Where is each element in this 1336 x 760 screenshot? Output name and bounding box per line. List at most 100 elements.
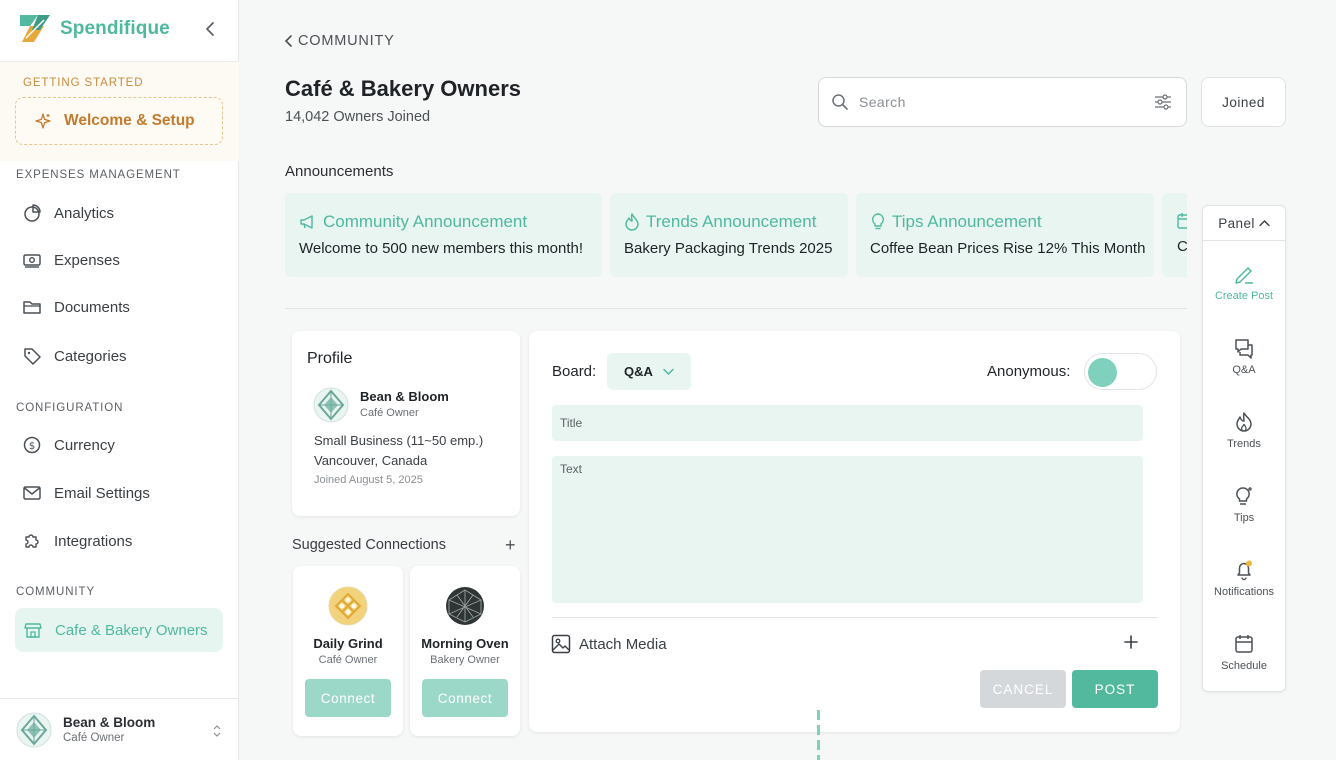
sidebar-item-currency[interactable]: $ Currency (22, 435, 115, 455)
sidebar-item-label: Cafe & Bakery Owners (55, 621, 208, 639)
board-select[interactable]: Q&A (607, 353, 691, 390)
post-button[interactable]: POST (1072, 670, 1158, 708)
calendar-icon (1177, 212, 1187, 230)
chevron-left-icon (206, 22, 214, 36)
chat-bubbles-icon (1233, 337, 1255, 359)
profile-heading: Profile (307, 350, 353, 367)
announcement-text: C (1177, 238, 1187, 255)
sidebar-item-label: Expenses (54, 251, 120, 269)
pie-chart-icon (22, 203, 42, 223)
profile-business-size: Small Business (11~50 emp.) (314, 433, 484, 448)
sidebar-item-integrations[interactable]: Integrations (22, 531, 132, 551)
cancel-button[interactable]: CANCEL (980, 670, 1066, 708)
attach-media-button[interactable]: Attach Media (551, 634, 667, 654)
calendar-icon (1233, 633, 1255, 655)
sidebar-item-categories[interactable]: Categories (22, 346, 127, 366)
announcement-card-tips[interactable]: Tips Announcement Coffee Bean Prices Ris… (856, 193, 1154, 277)
brand-name: Spendifique (60, 18, 170, 39)
panel-item-label: Notifications (1214, 586, 1274, 598)
collapse-sidebar-button[interactable] (202, 20, 220, 38)
sidebar-item-cafe-bakery-owners[interactable]: Cafe & Bakery Owners (15, 608, 223, 652)
avatar (16, 712, 52, 748)
sidebar-item-expenses[interactable]: Expenses (22, 250, 120, 270)
welcome-setup-label: Welcome & Setup (64, 112, 195, 129)
post-title-input[interactable] (552, 405, 1143, 441)
announcement-title: Community Announcement (323, 212, 528, 231)
panel-item-trends[interactable]: Trends (1203, 411, 1285, 450)
panel-item-tips[interactable]: Tips (1203, 485, 1285, 524)
chevron-up-icon (1259, 219, 1270, 227)
svg-text:$: $ (29, 441, 35, 452)
announcement-card-community[interactable]: Community Announcement Welcome to 500 ne… (285, 193, 602, 277)
post-text-input[interactable] (552, 456, 1143, 603)
connect-button[interactable]: Connect (305, 679, 391, 717)
anonymous-toggle[interactable] (1084, 353, 1157, 390)
member-count: 14,042 Owners Joined (285, 109, 431, 125)
store-icon (23, 620, 43, 640)
side-panel: Panel Create Post Q&A Trends Tips Notifi… (1202, 205, 1286, 692)
panel-item-label: Create Post (1214, 290, 1274, 302)
page-title: Café & Bakery Owners (285, 76, 521, 101)
user-menu[interactable]: Bean & Bloom Café Owner (0, 698, 239, 760)
avatar (445, 586, 485, 626)
sparkle-icon (34, 112, 52, 130)
lightbulb-icon (870, 213, 886, 231)
sidebar-item-label: Integrations (54, 532, 133, 550)
announcement-title: Trends Announcement (646, 212, 817, 231)
panel-item-schedule[interactable]: Schedule (1203, 633, 1285, 672)
search-box (818, 77, 1187, 127)
board-value: Q&A (624, 364, 653, 379)
search-icon (831, 93, 849, 111)
announcements-heading: Announcements (285, 163, 394, 180)
sidebar-item-label: Categories (54, 347, 127, 365)
avatar (328, 586, 368, 626)
suggested-connections-heading: Suggested Connections (292, 537, 446, 553)
sidebar-item-label: Documents (54, 298, 130, 316)
connection-name: Morning Oven (421, 636, 509, 651)
search-input[interactable] (859, 94, 1149, 110)
panel-item-label: Tips (1233, 512, 1255, 524)
plus-icon[interactable] (1123, 634, 1139, 650)
connection-role: Bakery Owner (430, 654, 500, 666)
sidebar-item-analytics[interactable]: Analytics (22, 203, 114, 223)
filter-sliders-icon[interactable] (1154, 93, 1172, 111)
panel-item-label: Trends (1227, 438, 1261, 450)
pencil-icon (1233, 263, 1255, 285)
folder-icon (22, 297, 42, 317)
breadcrumb[interactable]: COMMUNITY (284, 33, 395, 49)
panel-item-label: Schedule (1221, 660, 1267, 672)
create-post-form: Board: Q&A Anonymous: Attach Media CANCE… (529, 331, 1180, 732)
lightbulb-icon (1233, 485, 1255, 507)
section-divider (285, 308, 1187, 309)
connect-button[interactable]: Connect (422, 679, 508, 717)
announcement-title: Tips Announcement (892, 212, 1042, 231)
chevron-left-icon (284, 34, 294, 48)
section-label-expenses: EXPENSES MANAGEMENT (16, 169, 181, 181)
brand[interactable]: Spendifique (16, 12, 170, 46)
panel-item-notifications[interactable]: Notifications (1203, 559, 1285, 598)
announcement-text: Bakery Packaging Trends 2025 (624, 240, 833, 257)
sidebar-item-label: Currency (54, 436, 115, 454)
chevron-updown-icon (213, 725, 221, 737)
form-divider (552, 617, 1158, 618)
avatar (313, 387, 349, 423)
panel-item-create-post[interactable]: Create Post (1203, 263, 1285, 302)
panel-heading: Panel (1218, 215, 1255, 231)
announcement-card-partial[interactable]: C (1162, 193, 1187, 277)
announcement-card-trends[interactable]: Trends Announcement Bakery Packaging Tre… (610, 193, 848, 277)
image-icon (551, 634, 571, 654)
welcome-setup-button[interactable]: Welcome & Setup (15, 97, 223, 145)
connection-card: Daily Grind Café Owner Connect (293, 566, 403, 736)
board-label: Board: (552, 363, 597, 380)
profile-name: Bean & Bloom (360, 389, 449, 404)
panel-item-qa[interactable]: Q&A (1203, 337, 1285, 376)
sidebar-item-email-settings[interactable]: Email Settings (22, 483, 150, 503)
sidebar-item-documents[interactable]: Documents (22, 297, 130, 317)
user-name: Bean & Bloom (63, 715, 156, 730)
section-label-configuration: CONFIGURATION (16, 402, 124, 414)
add-connection-button[interactable]: + (505, 536, 516, 554)
profile-role: Café Owner (360, 407, 419, 419)
joined-button[interactable]: Joined (1201, 77, 1286, 127)
panel-toggle[interactable]: Panel (1203, 206, 1285, 241)
connection-role: Café Owner (318, 654, 378, 666)
